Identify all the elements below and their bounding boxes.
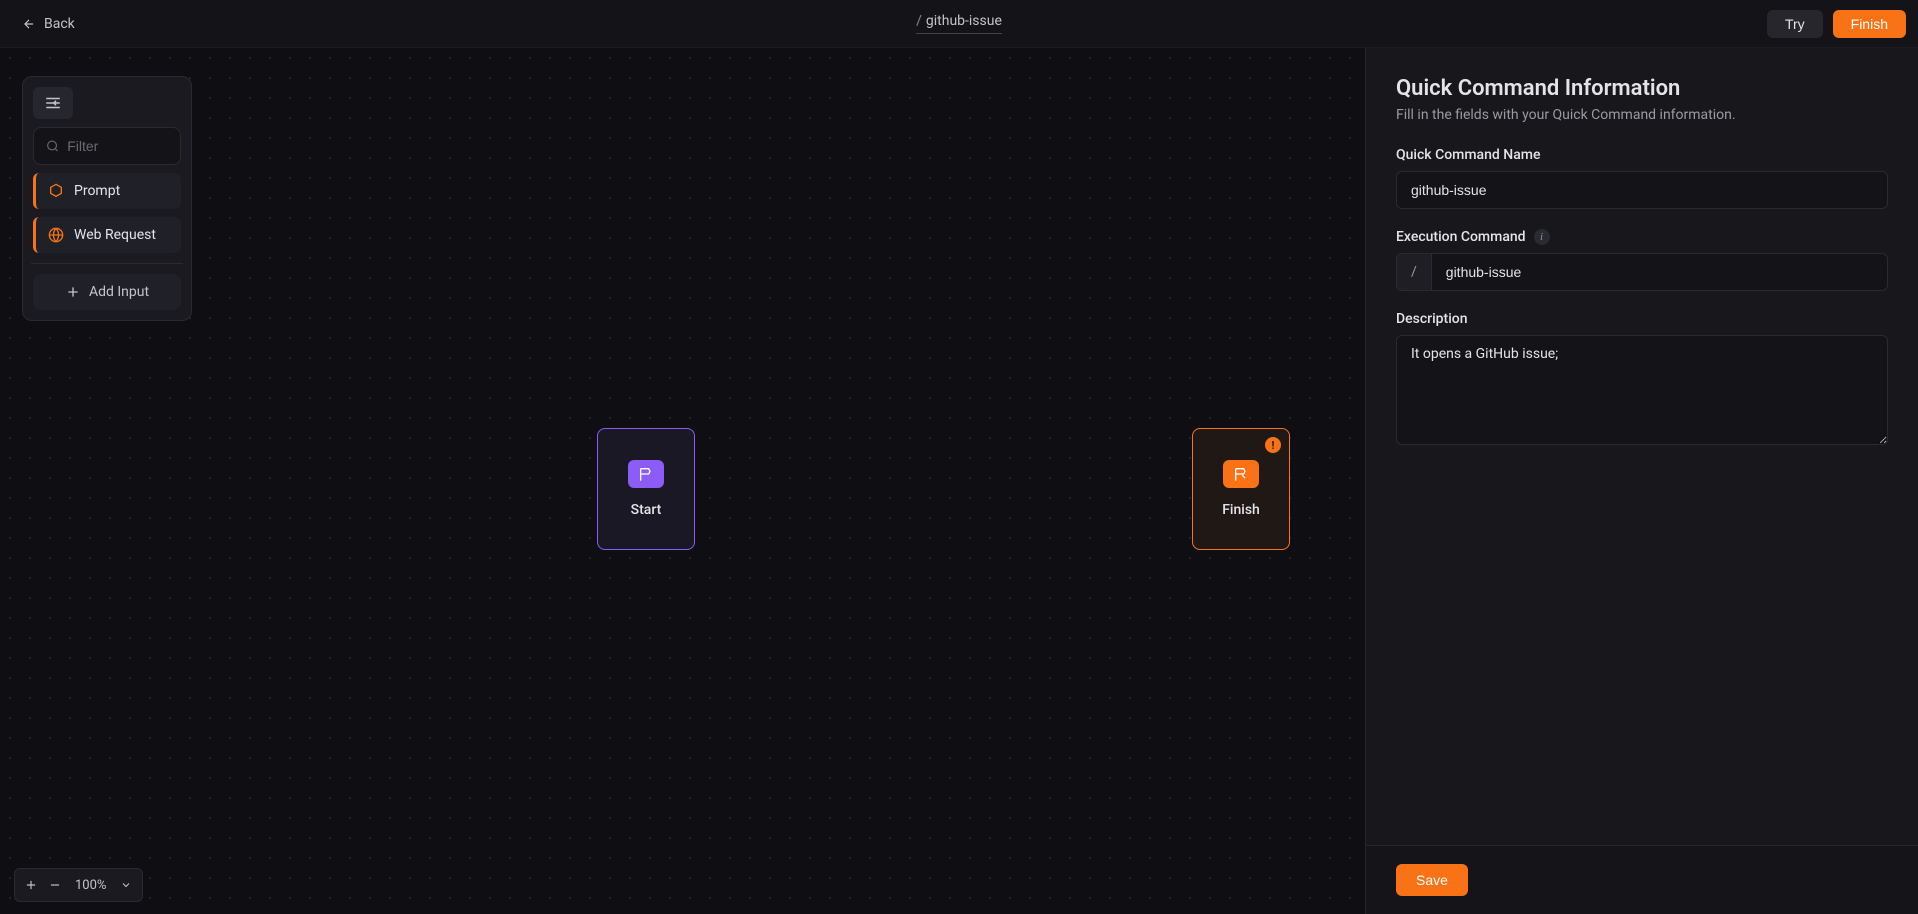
warning-badge: ! xyxy=(1265,437,1281,453)
description-label: Description xyxy=(1396,311,1888,327)
start-node-label: Start xyxy=(631,502,662,518)
finish-node[interactable]: ! Finish xyxy=(1192,428,1290,550)
finish-button[interactable]: Finish xyxy=(1833,10,1906,38)
back-label: Back xyxy=(44,16,75,32)
add-input-label: Add Input xyxy=(89,284,149,300)
main-layout: Prompt Web Request Add Input xyxy=(0,48,1918,914)
plus-icon xyxy=(24,878,38,892)
canvas-area[interactable]: Prompt Web Request Add Input xyxy=(0,48,1365,914)
execution-input[interactable] xyxy=(1431,253,1888,291)
add-input-button[interactable]: Add Input xyxy=(33,274,181,310)
search-icon xyxy=(46,138,59,154)
form-group-name: Quick Command Name xyxy=(1396,147,1888,209)
execution-label: Execution Command i xyxy=(1396,229,1888,245)
sidebar-item-prompt[interactable]: Prompt xyxy=(33,173,181,209)
sidebar-subtitle: Fill in the fields with your Quick Comma… xyxy=(1396,107,1888,123)
top-bar: Back / github-issue Try Finish xyxy=(0,0,1918,48)
description-textarea[interactable] xyxy=(1396,335,1888,445)
chevron-down-icon xyxy=(120,879,132,891)
breadcrumb-name: github-issue xyxy=(926,13,1002,29)
zoom-dropdown-button[interactable] xyxy=(114,873,138,897)
back-button[interactable]: Back xyxy=(12,10,85,38)
side-panel: Prompt Web Request Add Input xyxy=(22,76,192,321)
start-node[interactable]: Start xyxy=(597,428,695,550)
minus-icon xyxy=(48,878,62,892)
save-button[interactable]: Save xyxy=(1396,864,1468,896)
filter-box[interactable] xyxy=(33,127,181,165)
sidebar-footer: Save xyxy=(1366,845,1918,914)
sidebar-item-label: Prompt xyxy=(74,183,120,199)
sidebar-item-label: Web Request xyxy=(74,227,156,243)
sidebar-content: Quick Command Information Fill in the fi… xyxy=(1366,48,1918,845)
start-node-icon-box xyxy=(628,460,664,488)
globe-icon xyxy=(48,227,64,243)
flag-icon xyxy=(638,466,654,482)
finish-node-label: Finish xyxy=(1222,502,1260,518)
arrow-left-icon xyxy=(22,17,36,31)
zoom-level: 100% xyxy=(67,878,114,893)
breadcrumb[interactable]: / github-issue xyxy=(916,13,1002,34)
right-sidebar: Quick Command Information Fill in the fi… xyxy=(1365,48,1918,914)
divider xyxy=(31,263,183,264)
zoom-controls: 100% xyxy=(14,868,143,902)
name-input[interactable] xyxy=(1396,171,1888,209)
breadcrumb-prefix: / xyxy=(916,13,922,29)
info-icon[interactable]: i xyxy=(1534,229,1550,245)
zoom-in-button[interactable] xyxy=(19,873,43,897)
try-button[interactable]: Try xyxy=(1767,10,1823,38)
finish-node-icon-box xyxy=(1223,460,1259,488)
form-group-description: Description xyxy=(1396,311,1888,449)
plus-icon xyxy=(65,284,81,300)
sidebar-item-web-request[interactable]: Web Request xyxy=(33,217,181,253)
filter-input[interactable] xyxy=(67,138,168,154)
form-group-execution: Execution Command i / xyxy=(1396,229,1888,291)
execution-input-group: / xyxy=(1396,253,1888,291)
name-label: Quick Command Name xyxy=(1396,147,1888,163)
zoom-out-button[interactable] xyxy=(43,873,67,897)
execution-prefix: / xyxy=(1396,253,1431,291)
panel-toggle-button[interactable] xyxy=(33,87,73,119)
finish-flag-icon xyxy=(1233,466,1249,482)
sidebar-title: Quick Command Information xyxy=(1396,76,1888,101)
top-actions: Try Finish xyxy=(1767,10,1906,38)
collapse-icon xyxy=(44,96,62,110)
hexagon-icon xyxy=(48,183,64,199)
